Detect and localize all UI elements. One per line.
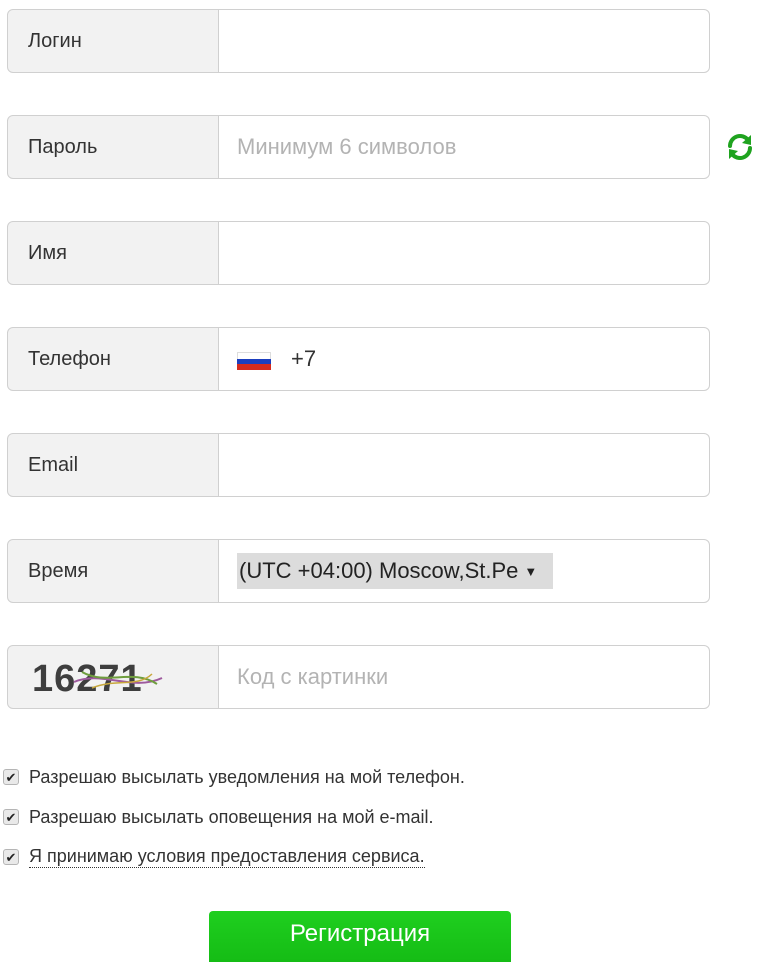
password-label: Пароль (7, 115, 219, 179)
checkbox-checked-icon[interactable]: ✔ (3, 809, 19, 825)
timezone-label: Время (7, 539, 219, 603)
phone-prefix: +7 (291, 346, 317, 371)
captcha-image[interactable]: 16271 (7, 645, 219, 709)
email-field-wrap (219, 433, 710, 497)
dropdown-arrow-icon: ▼ (524, 563, 538, 579)
name-row: Имя (7, 221, 710, 285)
sms-consent-checkbox-row[interactable]: ✔ Разрешаю высылать уведомления на мой т… (0, 757, 465, 797)
refresh-icon[interactable] (724, 131, 756, 163)
timezone-select[interactable]: (UTC +04:00) Moscow,St.Pe ▼ (237, 553, 554, 589)
timezone-field-wrap: (UTC +04:00) Moscow,St.Pe ▼ (219, 539, 710, 603)
password-field-wrap (219, 115, 710, 179)
email-input[interactable] (237, 434, 709, 496)
consent-checkboxes: ✔ Разрешаю высылать уведомления на мой т… (0, 757, 465, 877)
email-consent-label: Разрешаю высылать оповещения на мой e-ma… (29, 806, 434, 827)
email-consent-checkbox-row[interactable]: ✔ Разрешаю высылать оповещения на мой e-… (0, 797, 465, 837)
captcha-field-wrap (219, 645, 710, 709)
checkbox-checked-icon[interactable]: ✔ (3, 849, 19, 865)
login-row: Логин (7, 9, 710, 73)
timezone-row: Время (UTC +04:00) Moscow,St.Pe ▼ (7, 539, 710, 603)
login-input[interactable] (237, 10, 709, 72)
phone-field-wrap[interactable]: +7 (219, 327, 710, 391)
terms-checkbox-row[interactable]: ✔ Я принимаю условия предоставления серв… (0, 837, 465, 877)
login-field-wrap (219, 9, 710, 73)
login-label: Логин (7, 9, 219, 73)
checkbox-checked-icon[interactable]: ✔ (3, 769, 19, 785)
email-row: Email (7, 433, 710, 497)
password-input[interactable] (237, 116, 709, 178)
register-button[interactable]: Регистрация (209, 911, 511, 962)
captcha-row: 16271 (7, 645, 710, 709)
terms-link[interactable]: Я принимаю условия предоставления сервис… (29, 846, 425, 868)
phone-label: Телефон (7, 327, 219, 391)
sms-consent-label: Разрешаю высылать уведомления на мой тел… (29, 766, 465, 787)
name-input[interactable] (237, 222, 709, 284)
captcha-input[interactable] (237, 646, 709, 708)
name-field-wrap (219, 221, 710, 285)
phone-row: Телефон +7 (7, 327, 710, 391)
email-label: Email (7, 433, 219, 497)
name-label: Имя (7, 221, 219, 285)
russia-flag-icon[interactable] (237, 352, 271, 371)
timezone-selected-value: (UTC +04:00) Moscow,St.Pe (239, 558, 519, 583)
password-row: Пароль (7, 115, 710, 179)
registration-form: Логин Пароль Имя Телефон (0, 0, 760, 962)
